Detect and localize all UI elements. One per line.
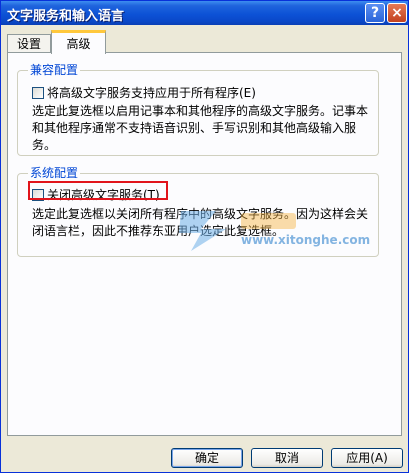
compat-group-label: 兼容配置	[28, 63, 81, 77]
watermark-logo	[179, 211, 296, 251]
dialog-window: 文字服务和输入语言 ? × 设置 高级 兼容配置 将高级文字服务支持应用于所有程…	[0, 0, 409, 473]
tab-settings[interactable]: 设置	[7, 34, 51, 53]
compat-checkbox-row[interactable]: 将高级文字服务支持应用于所有程序(E)	[32, 86, 256, 100]
cancel-button[interactable]: 取消	[251, 448, 323, 468]
ok-button[interactable]: 确定	[171, 448, 243, 468]
watermark-text: www.xitonghe.com	[241, 233, 371, 247]
close-button[interactable]: ×	[387, 3, 407, 23]
compat-checkbox[interactable]	[32, 87, 44, 99]
compat-description-line: 和其他程序通常不支持语音识别、手写识别和其他高级输入服	[32, 121, 357, 135]
window-title: 文字服务和输入语言	[7, 9, 125, 24]
apply-button[interactable]: 应用(A)	[331, 448, 403, 468]
compat-description: 选定此复选框以启用记事本和其他程序的高级文字服务。记事本 和其他程序通常不支持语…	[32, 103, 368, 154]
title-bar[interactable]: 文字服务和输入语言 ? ×	[1, 1, 408, 25]
compat-checkbox-label[interactable]: 将高级文字服务支持应用于所有程序(E)	[47, 86, 256, 100]
tab-advanced[interactable]: 高级	[51, 30, 106, 54]
compat-description-line: 务。	[32, 138, 57, 152]
system-group-label: 系统配置	[28, 166, 81, 180]
red-highlight-box	[28, 181, 168, 200]
help-button[interactable]: ?	[365, 3, 385, 23]
compat-description-line: 选定此复选框以启用记事本和其他程序的高级文字服务。记事本	[32, 104, 369, 118]
